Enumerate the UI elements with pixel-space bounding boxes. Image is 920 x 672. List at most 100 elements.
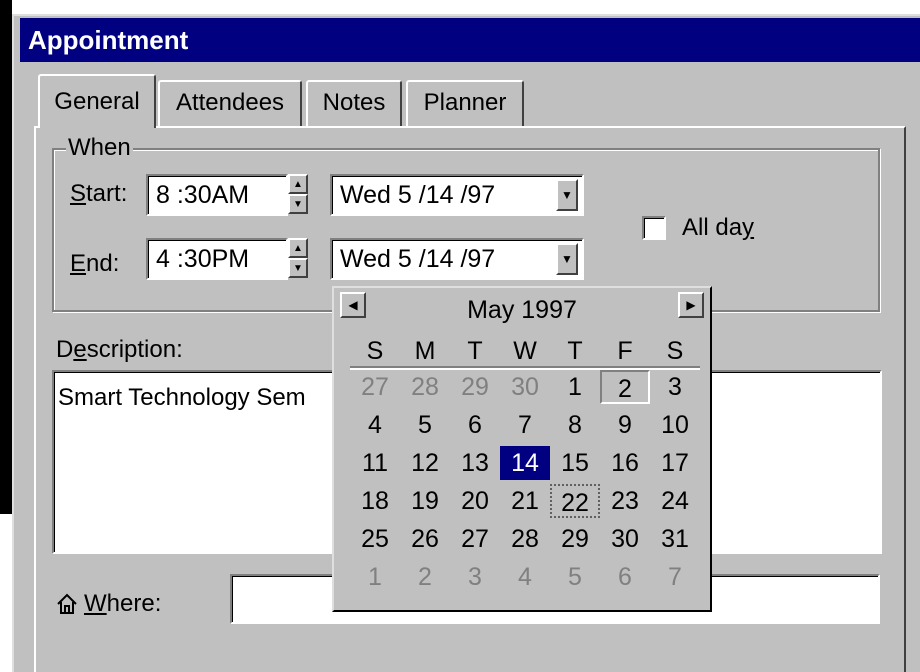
start-time-field[interactable]: 8 :30AM <box>146 174 288 216</box>
window-title: Appointment <box>28 25 189 55</box>
end-time-field[interactable]: 4 :30PM <box>146 238 288 280</box>
calendar-day[interactable]: 25 <box>350 522 400 556</box>
when-group-label: When <box>66 134 133 162</box>
all-day-checkbox[interactable] <box>642 216 666 240</box>
weekday-label: M <box>414 337 436 365</box>
spin-up-icon[interactable]: ▲ <box>288 174 308 194</box>
calendar-day[interactable]: 2 <box>600 370 650 404</box>
description-label-text: D <box>56 336 74 363</box>
calendar-day[interactable]: 10 <box>650 408 700 442</box>
start-time-value: 8 :30AM <box>156 181 250 209</box>
calendar-week-row: 18 19 20 21 22 23 24 <box>350 482 700 520</box>
all-day-label: All day <box>682 214 754 242</box>
weekday-label: S <box>666 337 684 365</box>
calendar-day[interactable]: 28 <box>500 522 550 556</box>
end-date-value: Wed 5 /14 /97 <box>340 245 496 273</box>
tab-planner[interactable]: Planner <box>406 80 524 126</box>
weekday-label: T <box>567 337 583 365</box>
window-edge <box>0 0 12 514</box>
weekday-label: F <box>617 337 633 365</box>
description-label-text: scription: <box>86 336 183 363</box>
where-label-accel: W <box>84 590 107 617</box>
tab-label: Notes <box>322 89 386 116</box>
calendar-day[interactable]: 21 <box>500 484 550 518</box>
all-day-label-text: All da <box>682 214 743 241</box>
calendar-day[interactable]: 26 <box>400 522 450 556</box>
calendar-day[interactable]: 30 <box>500 370 550 404</box>
title-bar[interactable]: Appointment <box>20 18 920 62</box>
tab-label: Attendees <box>175 89 285 116</box>
weekday-label: S <box>366 337 384 365</box>
calendar-day[interactable]: 27 <box>450 522 500 556</box>
calendar-day[interactable]: 3 <box>450 560 500 594</box>
calendar-month-label: May 1997 <box>467 296 577 324</box>
calendar-day[interactable]: 23 <box>600 484 650 518</box>
calendar-week-row: 11 12 13 14 15 16 17 <box>350 444 700 482</box>
calendar-day[interactable]: 18 <box>350 484 400 518</box>
where-label: Where: <box>56 590 161 618</box>
calendar-day[interactable]: 24 <box>650 484 700 518</box>
calendar-day[interactable]: 2 <box>400 560 450 594</box>
end-time-spinner[interactable]: ▲ ▼ <box>288 238 308 278</box>
weekday-label: T <box>467 337 483 365</box>
start-time-spinner[interactable]: ▲ ▼ <box>288 174 308 214</box>
calendar-day[interactable]: 31 <box>650 522 700 556</box>
calendar-day[interactable]: 5 <box>550 560 600 594</box>
weekday-header: SMTWTFS <box>350 336 700 368</box>
calendar-day[interactable]: 19 <box>400 484 450 518</box>
calendar-day[interactable]: 3 <box>650 370 700 404</box>
calendar-week-row: 4 5 6 7 8 9 10 <box>350 406 700 444</box>
all-day-label-accel: y <box>742 214 755 241</box>
end-label-accel: E <box>70 250 87 277</box>
start-label-accel: S <box>70 180 87 207</box>
tab-notes[interactable]: Notes <box>306 80 402 126</box>
chevron-down-icon[interactable]: ▼ <box>556 179 578 211</box>
calendar-day[interactable]: 5 <box>400 408 450 442</box>
calendar-day[interactable]: 28 <box>400 370 450 404</box>
calendar-day[interactable]: 7 <box>500 408 550 442</box>
calendar-day[interactable]: 4 <box>500 560 550 594</box>
spin-down-icon[interactable]: ▼ <box>288 194 308 214</box>
calendar-day[interactable]: 15 <box>550 446 600 480</box>
tab-label: Planner <box>423 89 507 116</box>
calendar-day[interactable]: 1 <box>350 560 400 594</box>
calendar-grid: SMTWTFS 27 28 29 30 1 2 3 4 5 6 7 8 9 10 11 12 13 14 15 16 1… <box>350 336 700 596</box>
calendar-day[interactable]: 29 <box>450 370 500 404</box>
tab-general[interactable]: General <box>38 74 156 128</box>
calendar-day[interactable]: 11 <box>350 446 400 480</box>
calendar-day[interactable]: 8 <box>550 408 600 442</box>
calendar-day[interactable]: 4 <box>350 408 400 442</box>
calendar-day[interactable]: 9 <box>600 408 650 442</box>
calendar-day[interactable]: 20 <box>450 484 500 518</box>
weekday-label: W <box>513 337 537 365</box>
start-date-combo[interactable]: Wed 5 /14 /97 <box>330 174 584 216</box>
calendar-day[interactable]: 12 <box>400 446 450 480</box>
calendar-week-row: 25 26 27 28 29 30 31 <box>350 520 700 558</box>
description-value: Smart Technology Sem <box>58 384 306 411</box>
tab-attendees[interactable]: Attendees <box>158 80 302 126</box>
calendar-day[interactable]: 30 <box>600 522 650 556</box>
calendar-day[interactable]: 7 <box>650 560 700 594</box>
start-label-text: tart: <box>86 180 128 207</box>
spin-up-icon[interactable]: ▲ <box>288 238 308 258</box>
spin-down-icon[interactable]: ▼ <box>288 258 308 278</box>
end-label-text: nd: <box>86 250 120 277</box>
tab-label: General <box>54 88 140 115</box>
description-label-accel: e <box>73 336 87 363</box>
calendar-day[interactable]: 1 <box>550 370 600 404</box>
end-date-combo[interactable]: Wed 5 /14 /97 <box>330 238 584 280</box>
calendar-day[interactable]: 27 <box>350 370 400 404</box>
house-icon <box>57 593 77 614</box>
calendar-day[interactable]: 13 <box>450 446 500 480</box>
calendar-day[interactable]: 14 <box>500 446 550 480</box>
calendar-day[interactable]: 17 <box>650 446 700 480</box>
calendar-day[interactable]: 6 <box>450 408 500 442</box>
chevron-down-icon[interactable]: ▼ <box>556 243 578 275</box>
calendar-day[interactable]: 22 <box>550 484 600 518</box>
end-time-value: 4 :30PM <box>156 245 250 273</box>
calendar-day[interactable]: 29 <box>550 522 600 556</box>
calendar-day[interactable]: 16 <box>600 446 650 480</box>
calendar-day[interactable]: 6 <box>600 560 650 594</box>
start-date-value: Wed 5 /14 /97 <box>340 181 496 209</box>
description-label: Description: <box>56 336 183 364</box>
